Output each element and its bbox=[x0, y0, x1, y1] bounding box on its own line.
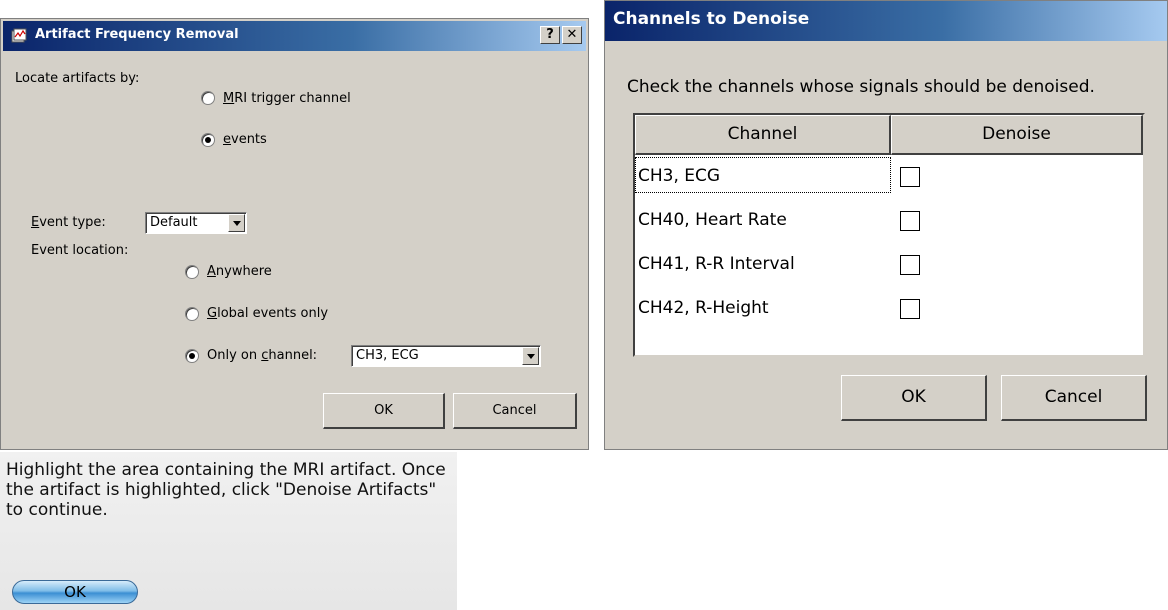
chevron-down-icon[interactable] bbox=[228, 214, 245, 232]
cancel-button[interactable]: Cancel bbox=[1001, 375, 1147, 421]
message-text: Highlight the area containing the MRI ar… bbox=[6, 460, 446, 520]
dialog-title: Artifact Frequency Removal bbox=[35, 27, 239, 42]
channel-cell: CH42, R-Height bbox=[638, 298, 769, 318]
channels-to-denoise-dialog: Channels to Denoise Check the channels w… bbox=[604, 0, 1168, 450]
dialog-title-bar[interactable]: Artifact Frequency Removal ? ✕ bbox=[3, 21, 586, 51]
global-events-radio[interactable] bbox=[185, 307, 199, 321]
event-location-label: Event location: bbox=[31, 243, 129, 258]
global-events-label: Global events only bbox=[207, 306, 329, 321]
channel-cell: CH3, ECG bbox=[638, 166, 721, 186]
event-type-label: Event type: bbox=[31, 215, 106, 230]
instruction-message-panel: Highlight the area containing the MRI ar… bbox=[0, 452, 457, 610]
channel-cell: CH40, Heart Rate bbox=[638, 210, 787, 230]
channel-cell: CH41, R-R Interval bbox=[638, 254, 795, 274]
only-on-channel-radio[interactable] bbox=[185, 349, 199, 363]
chevron-down-icon[interactable] bbox=[522, 347, 539, 365]
locate-artifacts-label: Locate artifacts by: bbox=[15, 71, 140, 86]
instruction-text: Check the channels whose signals should … bbox=[627, 77, 1095, 97]
only-on-channel-label: Only on channel: bbox=[207, 348, 318, 363]
close-button[interactable]: ✕ bbox=[562, 26, 582, 44]
denoise-checkbox[interactable] bbox=[900, 299, 920, 319]
ok-button[interactable]: OK bbox=[12, 580, 138, 604]
ok-button[interactable]: OK bbox=[841, 375, 987, 421]
channel-dropdown[interactable]: CH3, ECG bbox=[351, 345, 541, 367]
dialog-title-bar[interactable]: Channels to Denoise bbox=[605, 1, 1167, 41]
channels-table: Channel Denoise CH3, ECG CH40, Heart Rat… bbox=[633, 113, 1145, 357]
table-row[interactable]: CH3, ECG bbox=[635, 155, 1143, 199]
denoise-checkbox[interactable] bbox=[900, 167, 920, 187]
mri-trigger-label: MRI trigger channel bbox=[223, 91, 351, 106]
column-header-denoise[interactable]: Denoise bbox=[891, 115, 1143, 155]
table-row[interactable]: CH40, Heart Rate bbox=[635, 199, 1143, 243]
denoise-checkbox[interactable] bbox=[900, 255, 920, 275]
dialog-title: Channels to Denoise bbox=[613, 9, 810, 29]
mri-trigger-radio[interactable] bbox=[201, 91, 215, 105]
cancel-button[interactable]: Cancel bbox=[453, 393, 577, 429]
denoise-checkbox[interactable] bbox=[900, 211, 920, 231]
event-type-value: Default bbox=[150, 215, 198, 230]
table-row[interactable]: CH41, R-R Interval bbox=[635, 243, 1143, 287]
channel-value: CH3, ECG bbox=[356, 348, 419, 363]
events-radio[interactable] bbox=[201, 133, 215, 147]
table-row[interactable]: CH42, R-Height bbox=[635, 287, 1143, 331]
column-header-channel[interactable]: Channel bbox=[635, 115, 891, 155]
artifact-frequency-removal-dialog: Artifact Frequency Removal ? ✕ Locate ar… bbox=[0, 18, 589, 450]
app-icon bbox=[11, 28, 29, 44]
anywhere-radio[interactable] bbox=[185, 265, 199, 279]
help-button[interactable]: ? bbox=[540, 26, 560, 44]
event-type-dropdown[interactable]: Default bbox=[145, 212, 247, 234]
ok-button[interactable]: OK bbox=[323, 393, 445, 429]
anywhere-label: Anywhere bbox=[207, 264, 272, 279]
events-label: events bbox=[223, 132, 267, 147]
